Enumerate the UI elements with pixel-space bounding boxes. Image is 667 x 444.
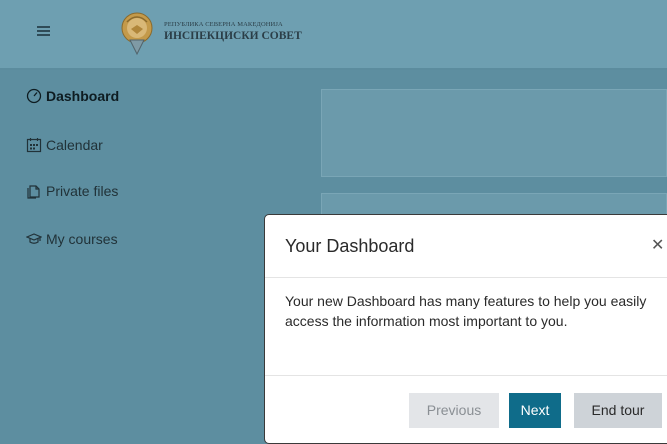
previous-button[interactable]: Previous: [409, 393, 499, 428]
tour-title: Your Dashboard: [285, 236, 415, 256]
dashboard-gauge-icon: [26, 88, 42, 104]
graduation-cap-icon: [26, 233, 42, 244]
tour-footer: Previous Next End tour: [265, 375, 667, 436]
tour-body: Your new Dashboard has many features to …: [285, 293, 647, 329]
brand-name: ИНСПЕКЦИСКИ СОВЕТ: [164, 30, 302, 42]
tour-header: Your Dashboard ✕: [265, 215, 667, 278]
sidebar-item-calendar[interactable]: Calendar: [26, 137, 103, 153]
brand-title[interactable]: РЕПУБЛИКА СЕВЕРНА МАКЕДОНИЈА ИНСПЕКЦИСКИ…: [164, 21, 302, 42]
coat-of-arms-icon[interactable]: [117, 10, 157, 56]
sidebar-item-label: Dashboard: [46, 88, 120, 104]
top-navbar: РЕПУБЛИКА СЕВЕРНА МАКЕДОНИЈА ИНСПЕКЦИСКИ…: [0, 0, 667, 70]
sidebar-item-my-courses[interactable]: My courses: [26, 231, 118, 247]
dashboard-block: [321, 89, 667, 177]
sidebar-item-label: Calendar: [46, 137, 103, 153]
sidebar-item-dashboard[interactable]: Dashboard: [26, 88, 119, 104]
next-button[interactable]: Next: [509, 393, 561, 428]
files-icon: [27, 185, 40, 199]
sidebar-item-label: Private files: [46, 183, 119, 199]
end-tour-button[interactable]: End tour: [574, 393, 662, 428]
close-icon[interactable]: ✕: [651, 235, 664, 255]
tour-dialog: Your Dashboard ✕ Your new Dashboard has …: [264, 214, 667, 444]
brand-subtitle: РЕПУБЛИКА СЕВЕРНА МАКЕДОНИЈА: [164, 21, 283, 28]
sidebar: Dashboard Calendar Private files My cour…: [0, 70, 293, 437]
sidebar-item-label: My courses: [46, 231, 118, 247]
hamburger-icon[interactable]: [37, 24, 50, 36]
sidebar-item-private-files[interactable]: Private files: [26, 183, 118, 199]
calendar-icon: [26, 138, 42, 153]
